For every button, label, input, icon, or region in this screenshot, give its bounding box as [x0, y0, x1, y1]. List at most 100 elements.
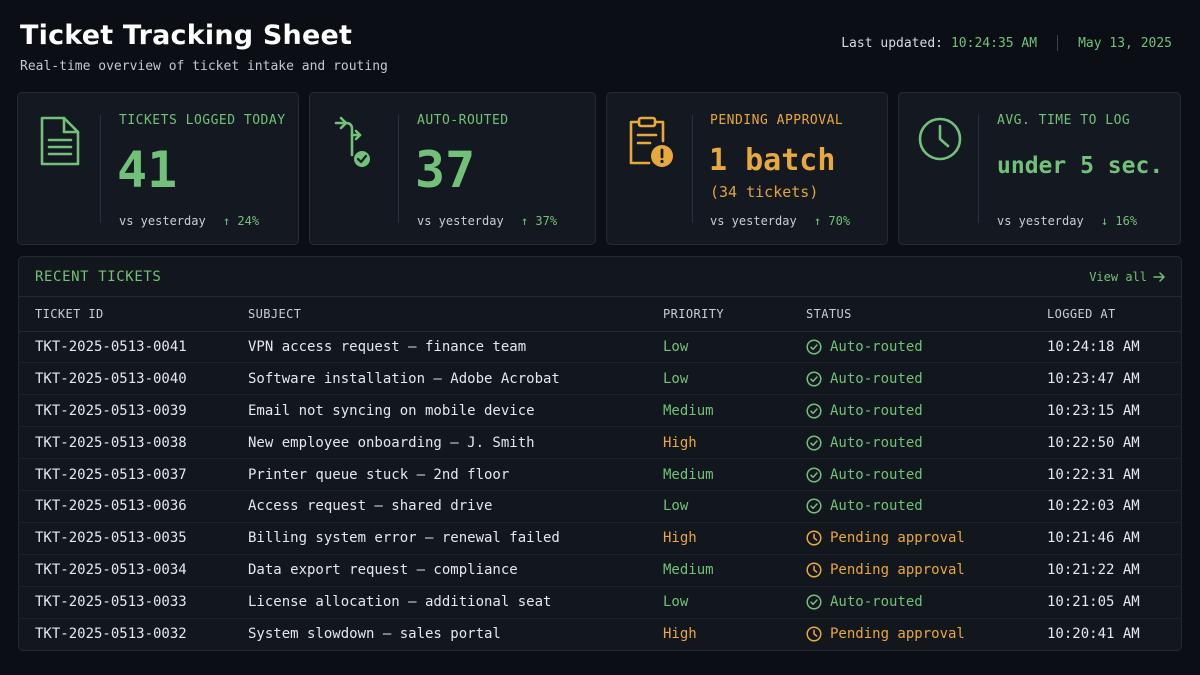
check-circle-icon	[806, 466, 822, 483]
status-label: Auto-routed	[830, 498, 923, 515]
card-value: 37	[415, 141, 476, 199]
ticket-id: TKT-2025-0513-0041	[19, 331, 248, 364]
ticket-priority: High	[663, 522, 806, 555]
column-header[interactable]: STATUS	[806, 297, 1047, 332]
check-circle-icon	[806, 371, 822, 387]
card-label: AUTO-ROUTED	[417, 113, 509, 128]
ticket-logged-at: 10:20:41 AM	[1047, 626, 1140, 643]
comparison-label: vs yesterday	[417, 214, 504, 228]
ticket-subject: Email not syncing on mobile device	[248, 394, 663, 428]
card-pending-approval: PENDING APPROVAL 1 batch (34 tickets) vs…	[606, 92, 888, 245]
status-label: Pending approval	[830, 562, 965, 579]
ticket-subject: Billing system error – renewal failed	[248, 522, 663, 555]
ticket-subject: VPN access request – finance team	[248, 331, 663, 364]
view-all-link[interactable]: View all	[1089, 270, 1165, 284]
column-header[interactable]: TICKET ID	[19, 297, 248, 332]
clipboard-alert-icon	[625, 115, 673, 167]
column-header[interactable]: LOGGED AT	[1047, 297, 1181, 332]
ticket-status: Auto-routed	[806, 458, 1047, 491]
card-label: AVG. TIME TO LOG	[997, 113, 1131, 128]
ticket-id: TKT-2025-0513-0034	[19, 554, 248, 587]
document-icon	[36, 115, 84, 167]
current-date: May 13, 2025	[1078, 35, 1172, 51]
ticket-status: Pending approval	[806, 554, 1047, 587]
card-footer: vs yesterday ↑ 37%	[417, 214, 557, 228]
column-header[interactable]: SUBJECT	[248, 297, 663, 332]
card-avg-time: AVG. TIME TO LOG under 5 sec. vs yesterd…	[898, 92, 1181, 245]
ticket-id: TKT-2025-0513-0033	[19, 586, 248, 619]
check-circle-icon	[806, 339, 822, 355]
last-updated-label: Last updated:	[841, 35, 943, 51]
ticket-priority: Low	[663, 362, 806, 396]
check-circle-icon	[806, 498, 822, 514]
ticket-logged-at: 10:21:22 AM	[1047, 554, 1181, 587]
table-row[interactable]: TKT-2025-0513-0032 System slowdown – sale…	[19, 618, 1181, 650]
table-row[interactable]: TKT-2025-0513-0034 Data export request – …	[19, 554, 1181, 587]
table-row[interactable]: TKT-2025-0513-0039 Email not syncing on m…	[19, 394, 1181, 428]
ticket-subject: Access request – shared drive	[248, 490, 663, 523]
page-subtitle: Real-time overview of ticket intake and …	[20, 59, 388, 74]
ticket-logged-at: 10:22:03 AM	[1047, 490, 1181, 523]
clock-icon	[806, 562, 822, 578]
recent-tickets-panel: RECENT TICKETS View all TICKET ID SUBJEC…	[18, 256, 1182, 651]
ticket-logged-at: 10:21:05 AM	[1047, 586, 1181, 619]
card-value: 41	[117, 141, 178, 199]
card-auto-routed: AUTO-ROUTED 37 vs yesterday ↑ 37%	[309, 92, 596, 245]
check-circle-icon	[806, 403, 822, 419]
page-header: Ticket Tracking Sheet Real-time overview…	[20, 20, 1180, 80]
panel-title: RECENT TICKETS	[35, 269, 162, 285]
ticket-id: TKT-2025-0513-0035	[19, 522, 248, 555]
panel-header: RECENT TICKETS View all	[19, 257, 1181, 297]
ticket-priority: Medium	[663, 394, 806, 428]
delta-value: ↓ 16%	[1100, 214, 1138, 228]
ticket-subject: License allocation – additional seat	[248, 586, 663, 619]
ticket-id: TKT-2025-0513-0038	[19, 426, 248, 460]
ticket-priority: High	[663, 626, 697, 643]
page-title: Ticket Tracking Sheet	[20, 20, 353, 51]
last-updated: Last updated: 10:24:35 AM May 13, 2025	[841, 35, 1172, 51]
table-row[interactable]: TKT-2025-0513-0040 Software installation …	[19, 362, 1181, 396]
card-subvalue: (34 tickets)	[710, 183, 819, 201]
status-label: Pending approval	[830, 626, 965, 643]
card-value: 1 batch	[709, 143, 836, 178]
table-row[interactable]: TKT-2025-0513-0038 New employee onboardin…	[19, 426, 1181, 460]
ticket-id: TKT-2025-0513-0040	[19, 362, 248, 396]
check-circle-icon	[806, 594, 822, 610]
card-divider	[692, 115, 693, 223]
status-label: Auto-routed	[830, 402, 923, 419]
ticket-priority: Low	[663, 490, 806, 523]
ticket-subject: Software installation – Adobe Acrobat	[248, 362, 663, 396]
table-row[interactable]: TKT-2025-0513-0037 Printer queue stuck – …	[19, 458, 1181, 491]
table-row[interactable]: TKT-2025-0513-0035 Billing system error –…	[19, 522, 1181, 555]
table-row[interactable]: TKT-2025-0513-0036 Access request – share…	[19, 490, 1181, 523]
status-label: Auto-routed	[830, 338, 923, 355]
ticket-subject: Data export request – compliance	[248, 554, 663, 587]
last-updated-time: 10:24:35 AM	[950, 35, 1038, 51]
comparison-label: vs yesterday	[997, 214, 1084, 228]
card-value: under 5 sec.	[997, 153, 1164, 179]
status-label: Auto-routed	[830, 370, 923, 387]
delta-value: ↑ 24%	[222, 214, 260, 228]
ticket-priority: Low	[663, 331, 806, 364]
ticket-priority: Medium	[663, 458, 806, 491]
check-circle-icon	[806, 435, 822, 451]
card-footer: vs yesterday ↓ 16%	[997, 214, 1137, 228]
table-row[interactable]: TKT-2025-0513-0033 License allocation – a…	[19, 586, 1181, 619]
delta-value: ↑ 37%	[520, 214, 558, 228]
comparison-label: vs yesterday	[119, 214, 206, 228]
status-label: Auto-routed	[830, 466, 923, 483]
ticket-status: Auto-routed	[806, 394, 1047, 428]
column-header[interactable]: PRIORITY	[663, 297, 806, 332]
ticket-logged-at: 10:23:15 AM	[1047, 394, 1181, 428]
clock-icon	[806, 530, 822, 546]
card-footer: vs yesterday ↑ 70%	[710, 214, 850, 228]
status-label: Pending approval	[830, 530, 965, 547]
ticket-priority: Low	[663, 586, 806, 619]
table-row[interactable]: TKT-2025-0513-0041 VPN access request – f…	[19, 331, 1181, 364]
header-divider	[1057, 35, 1059, 51]
comparison-label: vs yesterday	[710, 214, 797, 228]
ticket-status: Pending approval	[806, 522, 1047, 555]
card-divider	[100, 115, 101, 223]
ticket-logged-at: 10:22:50 AM	[1047, 426, 1181, 460]
card-tickets-logged: TICKETS LOGGED TODAY 41 vs yesterday ↑ 2…	[17, 92, 299, 245]
